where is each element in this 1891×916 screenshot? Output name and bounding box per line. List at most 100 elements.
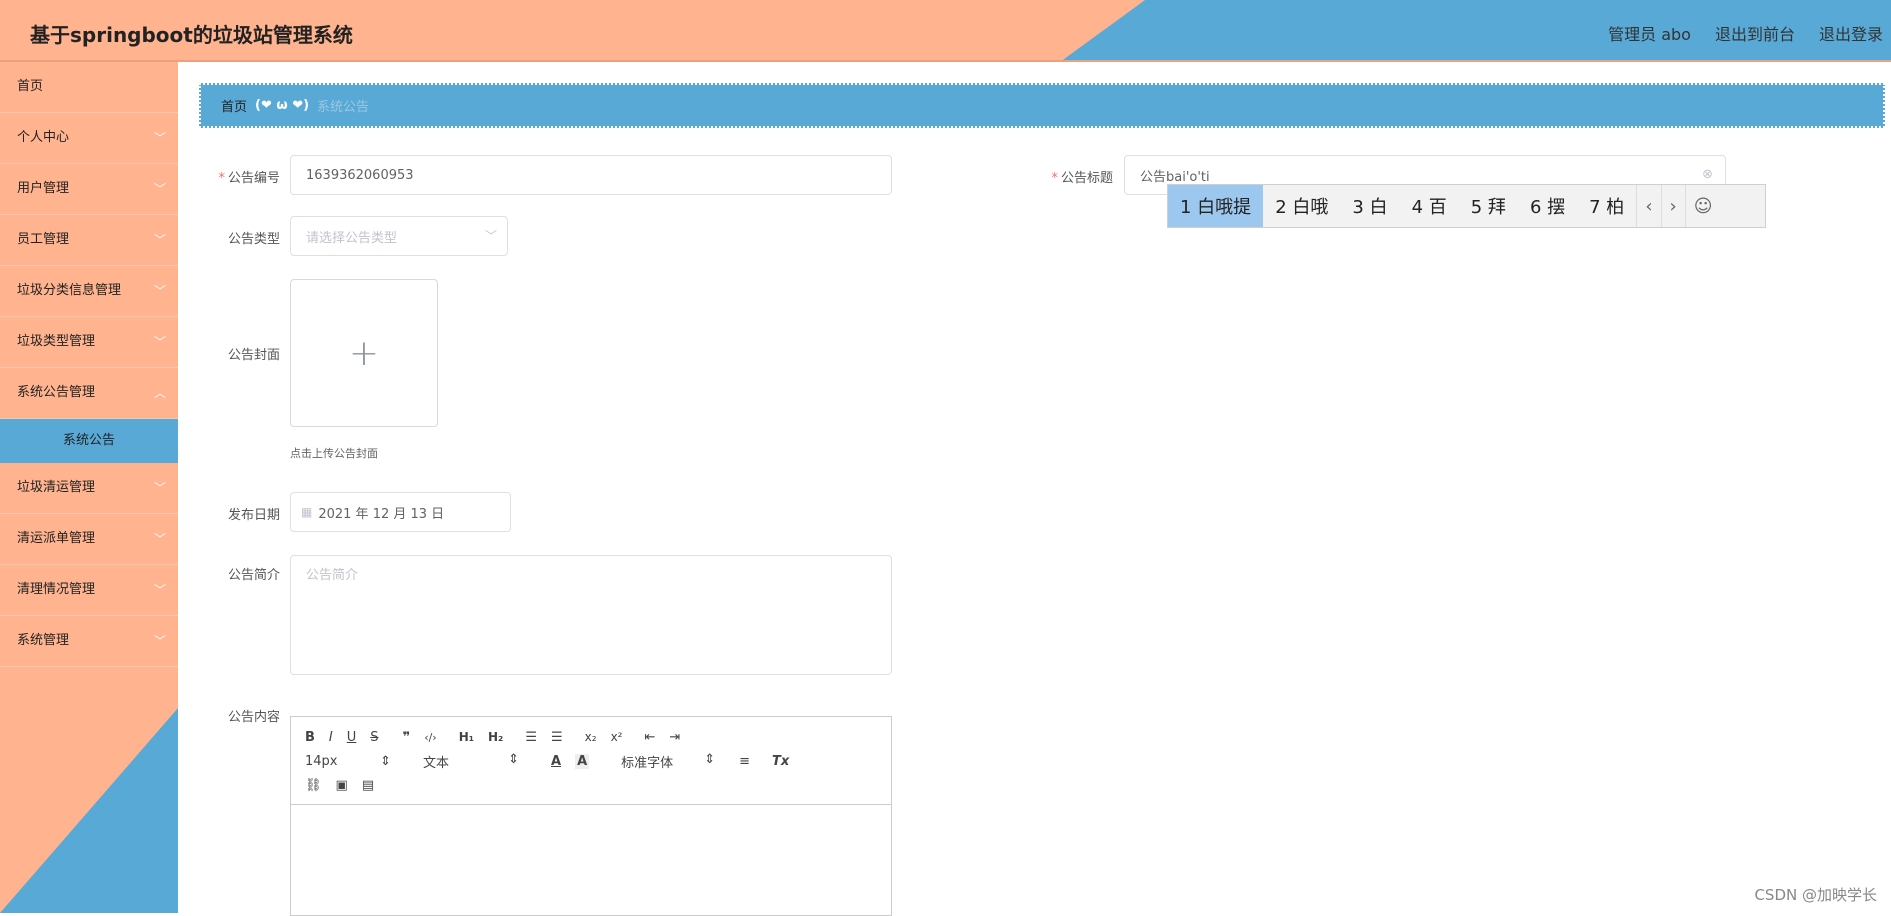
- background-color-icon[interactable]: A: [575, 753, 590, 769]
- font-color-icon[interactable]: A: [551, 754, 561, 769]
- header-links: 管理员 abo 退出到前台 退出登录: [1608, 21, 1883, 45]
- emoji-icon[interactable]: ☺: [1684, 185, 1721, 227]
- sidebar-item-cleanup-status[interactable]: 清理情况管理 ﹀: [0, 565, 178, 616]
- type-label: 公告类型: [227, 232, 280, 247]
- sidebar: 首页 个人中心 ﹀ 用户管理 ﹀ 员工管理 ﹀ 垃圾分类信息管理 ﹀ 垃圾类型管…: [0, 62, 178, 913]
- breadcrumb-home[interactable]: 首页: [221, 96, 247, 115]
- sidebar-item-home[interactable]: 首页: [0, 62, 178, 113]
- date-label: 发布日期: [227, 508, 280, 523]
- font-family-select[interactable]: 标准字体 ⇕: [621, 752, 715, 771]
- italic-icon[interactable]: I: [329, 730, 333, 745]
- updown-icon: ⇕: [508, 751, 519, 767]
- content-label: 公告内容: [227, 710, 280, 725]
- sidebar-item-notice-management[interactable]: 系统公告管理 ︿: [0, 368, 178, 419]
- breadcrumb: 首页 (❤ ω ❤) 系统公告: [199, 83, 1885, 128]
- chevron-down-icon: ﹀: [153, 131, 166, 145]
- sidebar-item-system[interactable]: 系统管理 ﹀: [0, 616, 178, 667]
- chevron-up-icon: ︿: [153, 386, 166, 400]
- indent-icon[interactable]: ⇥: [669, 730, 680, 745]
- editor-toolbar: B I U S ❞ ‹/› H₁ H₂ ☰ ☰ x₂ x² ⇤ ⇥ 14px ⇕ …: [291, 717, 891, 805]
- number-label-text: 公告编号: [227, 171, 280, 186]
- cover-upload-button[interactable]: +: [290, 279, 438, 427]
- ime-prev-icon[interactable]: ‹: [1636, 185, 1660, 227]
- sidebar-item-label: 员工管理: [17, 232, 70, 247]
- notice-number-value: 1639362060953: [306, 167, 414, 183]
- ime-next-icon[interactable]: ›: [1660, 185, 1685, 227]
- breadcrumb-current: 系统公告: [317, 100, 370, 115]
- sidebar-item-waste-category[interactable]: 垃圾分类信息管理 ﹀: [0, 266, 178, 317]
- sidebar-item-staff[interactable]: 员工管理 ﹀: [0, 215, 178, 266]
- clear-format-icon[interactable]: Tx: [772, 754, 789, 769]
- sidebar-item-label: 系统公告管理: [17, 385, 96, 400]
- code-icon[interactable]: ‹/›: [424, 731, 437, 744]
- sidebar-item-users[interactable]: 用户管理 ﹀: [0, 164, 178, 215]
- required-mark: *: [1051, 171, 1058, 186]
- exit-to-front-link[interactable]: 退出到前台: [1715, 21, 1795, 45]
- ime-candidate[interactable]: 3 白: [1340, 185, 1399, 227]
- heading-2-icon[interactable]: H₂: [488, 730, 503, 744]
- heading-1-icon[interactable]: H₁: [459, 730, 474, 744]
- link-icon[interactable]: ⛓: [305, 778, 322, 793]
- ime-candidate-bar: 1 白哦提 2 白哦 3 白 4 百 5 拜 6 摆 7 柏 ‹ › ☺: [1167, 184, 1766, 228]
- font-family-value: 标准字体: [621, 755, 674, 771]
- ordered-list-icon[interactable]: ☰: [525, 730, 537, 745]
- ime-candidate[interactable]: 5 拜: [1459, 185, 1518, 227]
- bullet-list-icon[interactable]: ☰: [551, 730, 563, 745]
- notice-intro-textarea[interactable]: 公告简介: [290, 555, 892, 675]
- clear-icon[interactable]: ⊗: [1702, 167, 1713, 182]
- image-icon[interactable]: ▣: [336, 778, 348, 793]
- sidebar-item-dispatch[interactable]: 清运派单管理 ﹀: [0, 514, 178, 565]
- sidebar-item-label: 清运派单管理: [17, 531, 96, 546]
- subscript-icon[interactable]: x₂: [585, 730, 597, 744]
- intro-label: 公告简介: [227, 568, 280, 583]
- chevron-down-icon: ﹀: [153, 335, 166, 349]
- outdent-icon[interactable]: ⇤: [644, 730, 655, 745]
- notice-intro-placeholder: 公告简介: [306, 568, 359, 583]
- sidebar-item-label: 清理情况管理: [17, 582, 96, 597]
- chevron-down-icon: ﹀: [153, 481, 166, 495]
- ime-candidate[interactable]: 2 白哦: [1263, 185, 1340, 227]
- blockquote-icon[interactable]: ❞: [403, 730, 411, 745]
- publish-date-picker[interactable]: ▦ 2021 年 12 月 13 日: [290, 492, 511, 532]
- updown-icon: ⇕: [704, 751, 716, 767]
- required-mark: *: [218, 171, 225, 186]
- notice-number-input[interactable]: 1639362060953: [290, 155, 892, 195]
- cover-upload-tip: 点击上传公告封面: [290, 447, 378, 460]
- sidebar-item-label: 首页: [17, 79, 44, 94]
- font-size-value: 14px: [305, 753, 338, 769]
- sidebar-item-personal-center[interactable]: 个人中心 ﹀: [0, 113, 178, 164]
- ime-candidate[interactable]: 7 柏: [1577, 185, 1636, 227]
- underline-icon[interactable]: U: [347, 730, 357, 745]
- watermark: CSDN @加映学长: [1754, 886, 1877, 904]
- strikethrough-icon[interactable]: S: [370, 730, 378, 745]
- app-title: 基于springboot的垃圾站管理系统: [30, 23, 353, 47]
- rich-text-editor: B I U S ❞ ‹/› H₁ H₂ ☰ ☰ x₂ x² ⇤ ⇥ 14px ⇕ …: [290, 716, 892, 916]
- updown-icon: ⇕: [380, 753, 391, 769]
- bold-icon[interactable]: B: [305, 730, 315, 745]
- block-type-value: 文本: [423, 755, 450, 771]
- sidebar-item-label: 系统管理: [17, 633, 70, 648]
- ime-candidate[interactable]: 1 白哦提: [1168, 185, 1264, 227]
- superscript-icon[interactable]: x²: [611, 730, 623, 744]
- align-icon[interactable]: ≡: [739, 754, 750, 769]
- cover-label: 公告封面: [227, 348, 280, 363]
- chevron-down-icon: ﹀: [153, 284, 166, 298]
- chevron-down-icon: ﹀: [153, 182, 166, 196]
- title-label-text: 公告标题: [1060, 171, 1113, 186]
- sidebar-item-label: 个人中心: [17, 130, 70, 145]
- ime-candidate[interactable]: 6 摆: [1518, 185, 1577, 227]
- sidebar-item-label: 垃圾清运管理: [17, 480, 96, 495]
- chevron-down-icon: ﹀: [484, 229, 497, 243]
- font-size-select[interactable]: 14px ⇕: [305, 754, 391, 769]
- sidebar-item-waste-transport[interactable]: 垃圾清运管理 ﹀: [0, 463, 178, 514]
- sidebar-item-waste-type[interactable]: 垃圾类型管理 ﹀: [0, 317, 178, 368]
- sidebar-item-label: 垃圾类型管理: [17, 334, 96, 349]
- title-label: * 公告标题: [1043, 167, 1113, 186]
- sidebar-subitem-notice[interactable]: 系统公告: [0, 419, 178, 463]
- notice-type-select[interactable]: 请选择公告类型 ﹀: [290, 216, 508, 256]
- top-header: 基于springboot的垃圾站管理系统 管理员 abo 退出到前台 退出登录: [0, 0, 1891, 62]
- logout-link[interactable]: 退出登录: [1819, 21, 1883, 45]
- block-type-select[interactable]: 文本 ⇕: [423, 752, 519, 771]
- ime-candidate[interactable]: 4 百: [1400, 185, 1459, 227]
- video-icon[interactable]: ▤: [362, 778, 374, 793]
